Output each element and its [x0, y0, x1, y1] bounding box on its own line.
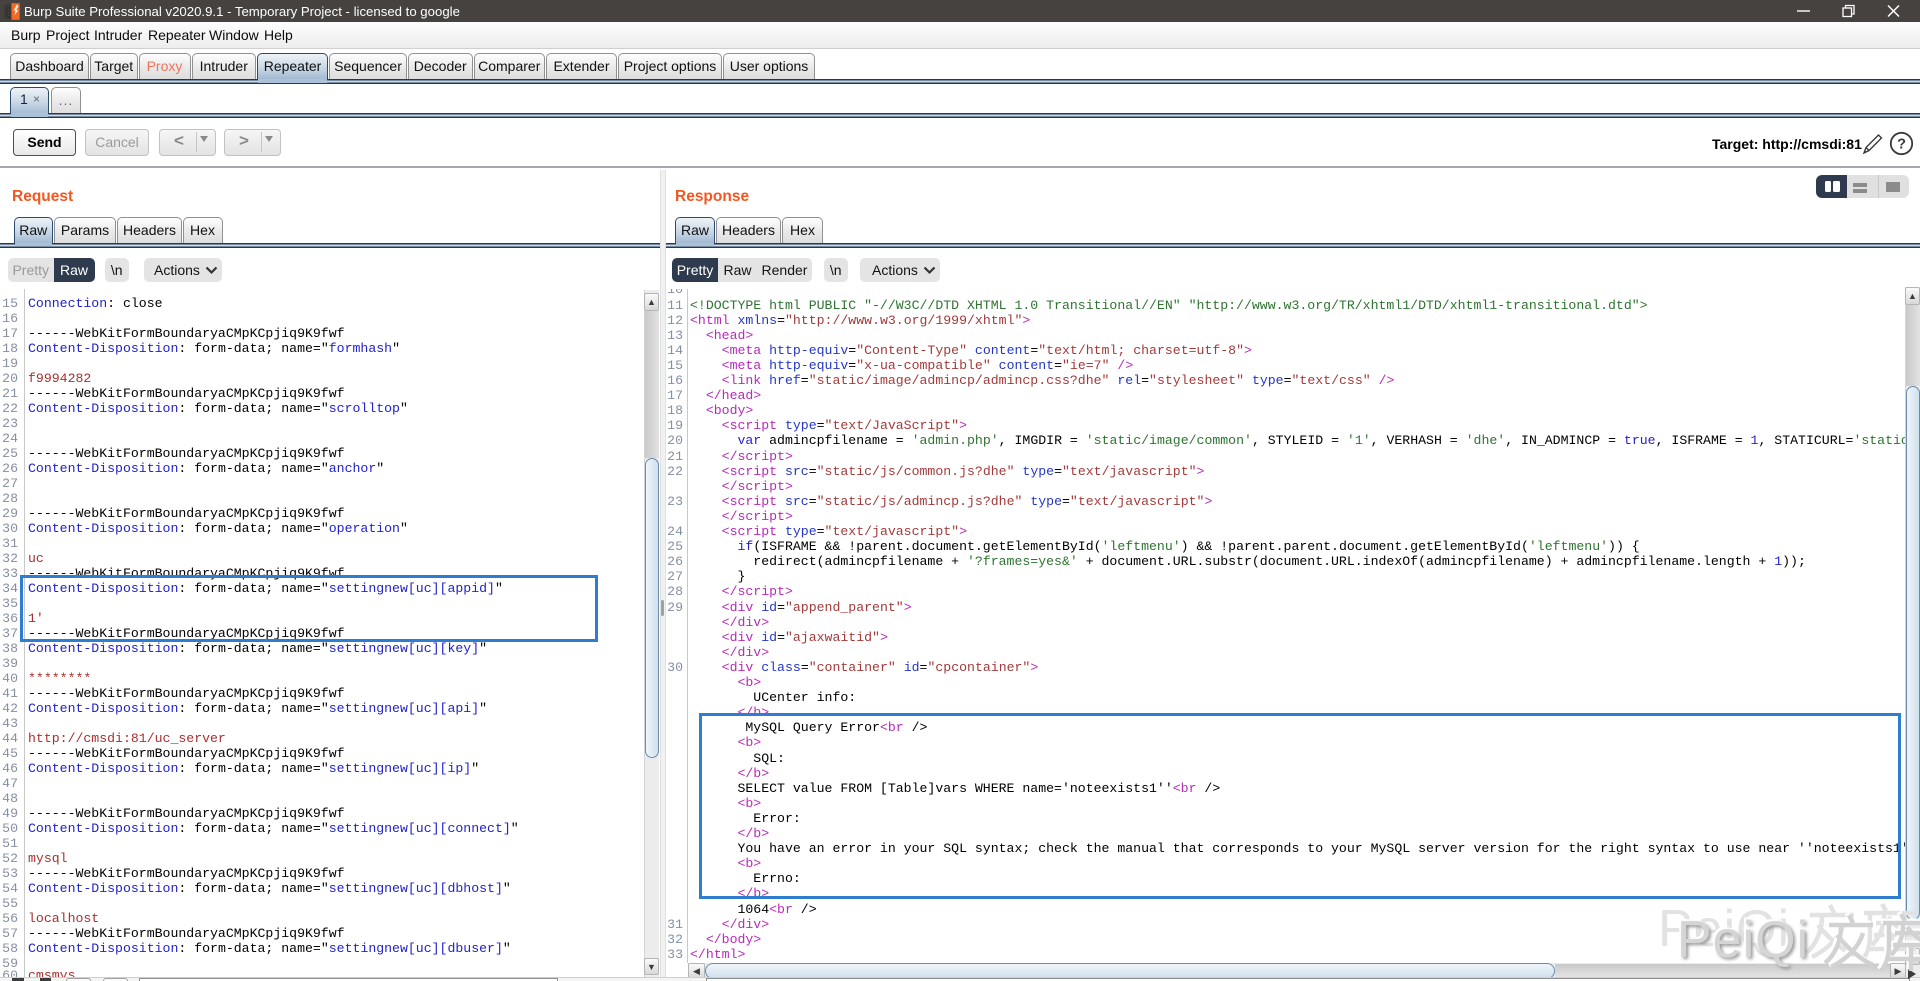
svg-text:?: ?	[1897, 137, 1906, 153]
